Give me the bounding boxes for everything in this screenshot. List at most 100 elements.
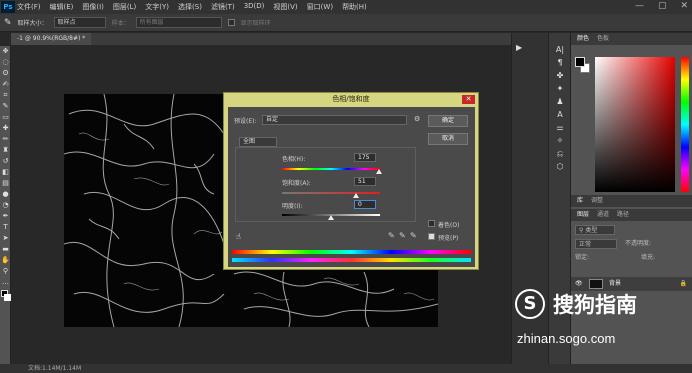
sample-size-select[interactable]: 取样点: [53, 17, 106, 28]
hue-slider-track[interactable]: [282, 168, 380, 170]
healing-brush-icon[interactable]: ✚: [0, 123, 11, 134]
blend-mode-select[interactable]: 正常: [575, 239, 617, 249]
adjusted-color-bar: [232, 258, 471, 262]
dialog-title-bar[interactable]: 色相/饱和度 ✕: [224, 93, 478, 106]
colors-icon[interactable]: [0, 288, 11, 308]
channel-select[interactable]: 全图: [239, 137, 277, 147]
tab-adjustments[interactable]: 调整: [591, 195, 603, 207]
watermark-url: zhinan.sogo.com: [517, 331, 616, 346]
status-bar: 文档:1.14M/1.14M: [0, 364, 692, 373]
crop-tool-icon[interactable]: ⌗: [0, 90, 11, 101]
menu-item[interactable]: 编辑(E): [50, 2, 74, 12]
quick-select-tool-icon[interactable]: ✍: [0, 79, 11, 90]
preset-options-icon[interactable]: ⚙: [414, 115, 420, 123]
hue-label: 色相(H):: [282, 156, 306, 163]
zoom-tool-icon[interactable]: ⚲: [0, 266, 11, 277]
more-tools-icon[interactable]: …: [0, 277, 11, 288]
menu-item[interactable]: 视图(V): [273, 2, 297, 12]
document-tab[interactable]: -1 @ 90.9%(RGB/8#) *: [11, 33, 92, 45]
blur-tool-icon[interactable]: ●: [0, 189, 11, 200]
layer-filter-row[interactable]: ⚲ 类型: [575, 225, 615, 235]
menu-item[interactable]: 选择(S): [178, 2, 202, 12]
gradient-tool-icon[interactable]: ▤: [0, 178, 11, 189]
tab-color[interactable]: 颜色: [577, 33, 589, 45]
hue-input[interactable]: 175: [354, 153, 376, 162]
hand-tool-icon[interactable]: ✋: [0, 255, 11, 266]
blend-mode-value: 正常: [579, 241, 592, 248]
menu-item[interactable]: 帮助(H): [342, 2, 367, 12]
lightness-input[interactable]: 0: [354, 200, 376, 209]
tab-libraries[interactable]: 库: [577, 195, 583, 207]
menu-item[interactable]: 文件(F): [17, 2, 41, 12]
3d-icon[interactable]: ⬡: [549, 160, 571, 173]
saturation-slider-thumb[interactable]: [352, 193, 359, 198]
menu-item[interactable]: 3D(D): [244, 2, 265, 12]
eyedropper-tool-icon[interactable]: ✎: [4, 18, 12, 28]
lasso-tool-icon[interactable]: ʘ: [0, 68, 11, 79]
menu-item[interactable]: 滤镜(T): [211, 2, 235, 12]
preview-checkbox[interactable]: [428, 233, 435, 240]
brush-settings-icon[interactable]: ✤: [549, 69, 571, 82]
layers-panel-tabs: 图层 通道 路径: [571, 209, 692, 221]
menu-item[interactable]: 图层(L): [113, 2, 136, 12]
tool-presets-icon[interactable]: ⎌: [549, 147, 571, 160]
play-icon[interactable]: ▶: [516, 43, 522, 52]
brushes-icon[interactable]: ✦: [549, 82, 571, 95]
eyedropper-add-icon[interactable]: ✎: [399, 231, 406, 240]
menu-item[interactable]: 图像(I): [82, 2, 104, 12]
close-window-button[interactable]: ✕: [680, 1, 688, 11]
stamp-tool-icon[interactable]: ♜: [0, 145, 11, 156]
shape-tool-icon[interactable]: ▬: [0, 244, 11, 255]
path-select-icon[interactable]: ➤: [0, 233, 11, 244]
eyedropper-sample-icon[interactable]: ✎: [388, 231, 395, 240]
type-tool-icon[interactable]: T: [0, 222, 11, 233]
dodge-tool-icon[interactable]: ◔: [0, 200, 11, 211]
menu-item[interactable]: 文字(Y): [145, 2, 169, 12]
lightness-slider-thumb[interactable]: [328, 215, 334, 220]
lock-label: 锁定:: [575, 254, 590, 261]
hue-spectrum-bar[interactable]: [681, 57, 689, 192]
show-ring-checkbox[interactable]: [227, 19, 235, 26]
preset-select[interactable]: 自定: [262, 115, 407, 125]
frame-tool-icon[interactable]: ▭: [0, 112, 11, 123]
colorize-checkbox[interactable]: [428, 220, 435, 227]
ok-button[interactable]: 确定: [428, 115, 468, 127]
paragraph-icon[interactable]: ¶: [549, 56, 571, 69]
saturation-slider-track[interactable]: [282, 192, 380, 194]
color-field[interactable]: [595, 57, 675, 192]
brush-tool-icon[interactable]: ✏: [0, 134, 11, 145]
hue-slider-thumb[interactable]: [375, 169, 382, 174]
clone-source-icon[interactable]: ♟: [549, 95, 571, 108]
color-panel-tabs: 颜色 色板: [571, 33, 692, 45]
eyedropper-icon[interactable]: ✎: [0, 101, 11, 112]
marquee-tool-icon[interactable]: ◌: [0, 57, 11, 68]
tab-channels[interactable]: 通道: [597, 209, 609, 221]
move-tool-icon[interactable]: ✥: [0, 46, 11, 57]
tab-layers[interactable]: 图层: [577, 209, 589, 221]
history-brush-icon[interactable]: ↺: [0, 156, 11, 167]
minimize-button[interactable]: —: [635, 1, 644, 11]
cancel-button[interactable]: 取消: [428, 133, 468, 145]
tab-paths[interactable]: 路径: [617, 209, 629, 221]
tab-swatches[interactable]: 色板: [597, 33, 609, 45]
properties-icon[interactable]: ⚌: [549, 121, 571, 134]
character-icon[interactable]: A|: [549, 43, 571, 56]
target-adjust-hand-icon[interactable]: ☝: [236, 232, 241, 241]
options-bar: ✎ 取样大小： 取样点 样本： 所有图层 显示取样环: [0, 14, 692, 32]
foreground-color-swatch[interactable]: [575, 57, 585, 67]
sample-select[interactable]: 所有图层: [135, 17, 222, 28]
glyphs-icon[interactable]: A: [549, 108, 571, 121]
saturation-input[interactable]: 51: [354, 177, 376, 186]
eyedropper-subtract-icon[interactable]: ✎: [410, 231, 417, 240]
dialog-close-button[interactable]: ✕: [462, 95, 475, 104]
history-icon[interactable]: ✧: [549, 134, 571, 147]
eraser-tool-icon[interactable]: ◧: [0, 167, 11, 178]
menu-bar: Ps 文件(F) 编辑(E) 图像(I) 图层(L) 文字(Y) 选择(S) 滤镜(T) 3D…: [0, 0, 692, 14]
sample-size-label: 取样大小：: [17, 20, 48, 27]
pen-tool-icon[interactable]: ✒: [0, 211, 11, 222]
dialog-body: 预设(E): 自定 ⚙ 确定 取消 全图 色相(H): 175 饱和度(A): …: [228, 107, 475, 267]
photoshop-logo: Ps: [1, 1, 15, 13]
menu-item[interactable]: 窗口(W): [307, 2, 333, 12]
adjust-group-box: [235, 147, 416, 222]
maximize-button[interactable]: ▢: [658, 1, 667, 11]
